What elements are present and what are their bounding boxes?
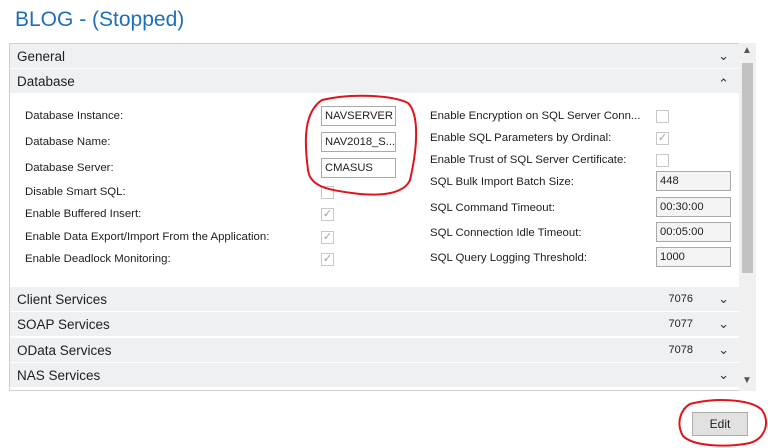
section-odata-services[interactable]: OData Services 7078 ⌄ (10, 338, 739, 363)
encryption-label: Enable Encryption on SQL Server Conn... (430, 110, 641, 122)
buffered-insert-label: Enable Buffered Insert: (25, 208, 142, 220)
window-title: BLOG - (Stopped) (15, 8, 185, 31)
sql-parameters-checkbox[interactable]: ✓ (656, 132, 669, 145)
trust-certificate-checkbox[interactable] (656, 154, 669, 167)
section-client-services[interactable]: Client Services 7076 ⌄ (10, 287, 739, 312)
encryption-checkbox[interactable] (656, 110, 669, 123)
disable-smart-sql-label: Disable Smart SQL: (25, 186, 126, 198)
sql-parameters-label: Enable SQL Parameters by Ordinal: (430, 132, 612, 144)
checkmark-icon: ✓ (322, 231, 333, 243)
section-general-label: General (17, 49, 66, 64)
database-instance-label: Database Instance: (25, 110, 124, 122)
scroll-up-icon[interactable]: ▲ (742, 45, 752, 56)
data-export-checkbox[interactable]: ✓ (321, 231, 334, 244)
chevron-down-icon[interactable]: ⌄ (718, 316, 729, 332)
scrollbar-thumb[interactable] (742, 63, 753, 273)
checkmark-icon: ✓ (322, 208, 333, 220)
chevron-down-icon[interactable]: ⌄ (718, 367, 729, 383)
odata-services-port: 7078 (668, 344, 693, 356)
bulk-import-field[interactable]: 448 (656, 171, 731, 191)
deadlock-monitoring-checkbox[interactable]: ✓ (321, 253, 334, 266)
section-nas-services-label: NAS Services (17, 368, 101, 383)
vertical-scrollbar[interactable]: ▲ ▼ (739, 43, 756, 391)
command-timeout-field[interactable]: 00:30:00 (656, 197, 731, 217)
database-server-field[interactable]: CMASUS (321, 158, 396, 178)
section-soap-services-label: SOAP Services (17, 317, 110, 332)
deadlock-monitoring-label: Enable Deadlock Monitoring: (25, 253, 171, 265)
chevron-down-icon[interactable]: ⌄ (718, 342, 729, 358)
section-nas-services[interactable]: NAS Services ⌄ (10, 363, 739, 388)
chevron-down-icon[interactable]: ⌄ (718, 48, 729, 64)
database-instance-field[interactable]: NAVSERVER (321, 106, 396, 126)
query-logging-field[interactable]: 1000 (656, 247, 731, 267)
checkmark-icon: ✓ (322, 253, 333, 265)
settings-panel: General ⌄ Database ⌃ Database Instance: … (9, 43, 740, 391)
checkmark-icon: ✓ (657, 132, 668, 144)
section-soap-services[interactable]: SOAP Services 7077 ⌄ (10, 312, 739, 337)
trust-certificate-label: Enable Trust of SQL Server Certificate: (430, 154, 627, 166)
command-timeout-label: SQL Command Timeout: (430, 202, 555, 214)
section-client-services-label: Client Services (17, 292, 108, 307)
database-section-body: Database Instance: NAVSERVER Database Na… (10, 94, 739, 313)
section-general[interactable]: General ⌄ (10, 44, 739, 69)
chevron-down-icon[interactable]: ⌄ (718, 291, 729, 307)
idle-timeout-field[interactable]: 00:05:00 (656, 222, 731, 242)
scroll-down-icon[interactable]: ▼ (742, 375, 752, 386)
chevron-up-icon[interactable]: ⌃ (718, 76, 729, 92)
database-name-label: Database Name: (25, 136, 111, 148)
database-server-label: Database Server: (25, 162, 114, 174)
client-services-port: 7076 (668, 293, 693, 305)
section-database[interactable]: Database ⌃ (10, 69, 739, 94)
query-logging-label: SQL Query Logging Threshold: (430, 252, 588, 264)
soap-services-port: 7077 (668, 318, 693, 330)
database-name-field[interactable]: NAV2018_S... (321, 132, 396, 152)
data-export-label: Enable Data Export/Import From the Appli… (25, 231, 270, 243)
disable-smart-sql-checkbox[interactable] (321, 186, 334, 199)
edit-button[interactable]: Edit (692, 412, 748, 436)
buffered-insert-checkbox[interactable]: ✓ (321, 208, 334, 221)
idle-timeout-label: SQL Connection Idle Timeout: (430, 227, 582, 239)
section-odata-services-label: OData Services (17, 343, 112, 358)
section-database-label: Database (17, 74, 75, 89)
bulk-import-label: SQL Bulk Import Batch Size: (430, 176, 574, 188)
